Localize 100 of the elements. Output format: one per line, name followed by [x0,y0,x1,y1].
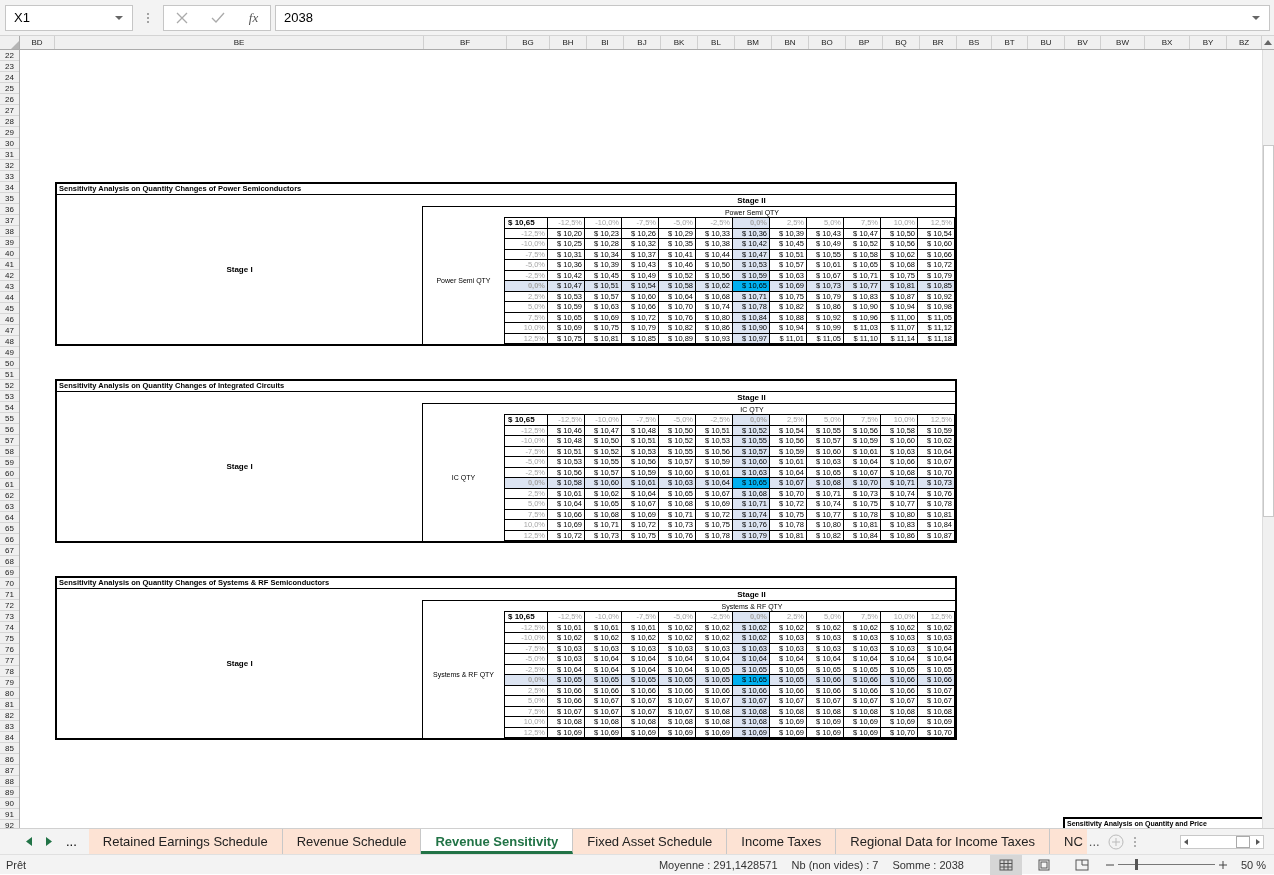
row-header[interactable]: 78 [0,666,19,677]
row-header[interactable]: 33 [0,171,19,182]
row-header[interactable]: 24 [0,72,19,83]
zoom-in-icon[interactable] [1218,860,1227,869]
row-header[interactable]: 61 [0,479,19,490]
column-header[interactable]: BS [957,36,992,49]
caret-icon[interactable] [114,13,124,22]
sheet-tab[interactable]: Revenue Schedule [282,829,422,854]
row-header[interactable]: 48 [0,336,19,347]
sheet-tab[interactable]: Fixed Asset Schedule [573,829,728,854]
row-header[interactable]: 89 [0,787,19,798]
slider-thumb[interactable] [1135,859,1139,870]
column-header[interactable]: BV [1065,36,1101,49]
row-header[interactable]: 79 [0,677,19,688]
row-header[interactable]: 32 [0,160,19,171]
row-header[interactable]: 26 [0,94,19,105]
view-button[interactable] [989,854,1022,875]
row-header[interactable]: 47 [0,325,19,336]
row-header[interactable]: 22 [0,50,19,61]
row-header[interactable]: 28 [0,116,19,127]
sheet-tab[interactable]: Revenue Sensitivity [421,829,574,854]
row-header[interactable]: 29 [0,127,19,138]
row-header[interactable]: 62 [0,490,19,501]
row-header[interactable]: 59 [0,457,19,468]
row-header[interactable]: 38 [0,226,19,237]
row-header[interactable]: 51 [0,369,19,380]
row-header[interactable]: 57 [0,435,19,446]
row-header[interactable]: 86 [0,754,19,765]
row-header[interactable]: 31 [0,149,19,160]
row-header[interactable]: 60 [0,468,19,479]
row-header[interactable]: 42 [0,270,19,281]
column-header[interactable]: BF [424,36,507,49]
more-sheets-button[interactable]: ... [1088,834,1100,849]
row-header[interactable]: 70 [0,578,19,589]
row-header[interactable]: 73 [0,611,19,622]
row-header[interactable]: 34 [0,182,19,193]
column-header[interactable]: BG [507,36,550,49]
row-header[interactable]: 81 [0,699,19,710]
sheet-tab[interactable]: Income Taxes [727,829,837,854]
row-header[interactable]: 36 [0,204,19,215]
horizontal-scrollbar[interactable] [1180,834,1264,849]
row-header[interactable]: 67 [0,545,19,556]
insert-function-button[interactable]: fx [248,9,259,26]
row-header[interactable]: 55 [0,413,19,424]
row-header[interactable]: 77 [0,655,19,666]
column-header[interactable]: BO [809,36,846,49]
row-header[interactable]: 44 [0,292,19,303]
row-header[interactable]: 87 [0,765,19,776]
column-header[interactable]: BD [20,36,55,49]
more-sheets-button[interactable]: ... [66,834,77,849]
cancel-icon[interactable] [175,11,188,24]
row-header[interactable]: 23 [0,61,19,72]
row-header[interactable]: 49 [0,347,19,358]
zoom-level[interactable]: 50 % [1240,858,1266,871]
column-header[interactable]: BX [1145,36,1190,49]
caret-icon[interactable] [1251,13,1261,22]
row-header[interactable]: 65 [0,523,19,534]
row-header[interactable]: 75 [0,633,19,644]
row-header[interactable]: 54 [0,402,19,413]
row-header[interactable]: 53 [0,391,19,402]
column-header[interactable]: BT [992,36,1028,49]
row-header[interactable]: 68 [0,556,19,567]
sheet-tab[interactable]: Regional Data for Income Taxes [836,829,1051,854]
row-header[interactable]: 71 [0,589,19,600]
row-header[interactable]: 40 [0,248,19,259]
column-header[interactable]: BN [772,36,809,49]
row-header[interactable]: 27 [0,105,19,116]
row-header[interactable]: 88 [0,776,19,787]
row-header[interactable]: 56 [0,424,19,435]
column-header[interactable]: BY [1190,36,1227,49]
column-header[interactable]: BP [846,36,883,49]
row-header[interactable]: 91 [0,809,19,820]
row-header[interactable]: 66 [0,534,19,545]
column-header[interactable]: BM [735,36,772,49]
row-header[interactable]: 50 [0,358,19,369]
column-header[interactable]: BJ [624,36,661,49]
row-header[interactable]: 45 [0,303,19,314]
check-icon[interactable] [211,11,226,24]
row-header[interactable]: 64 [0,512,19,523]
column-header[interactable]: BE [55,36,424,49]
column-header[interactable]: BK [661,36,698,49]
column-header[interactable]: BU [1028,36,1065,49]
row-header[interactable]: 25 [0,83,19,94]
row-header[interactable]: 43 [0,281,19,292]
row-header[interactable]: 39 [0,237,19,248]
row-header[interactable]: 52 [0,380,19,391]
row-header[interactable]: 74 [0,622,19,633]
row-header[interactable]: 80 [0,688,19,699]
name-box[interactable]: X1 [5,4,133,31]
row-header[interactable]: 41 [0,259,19,270]
sheet-tab[interactable]: NC [1050,829,1087,854]
row-header[interactable]: 30 [0,138,19,149]
sheet-tab[interactable]: Retained Earnings Schedule [88,829,283,854]
row-header[interactable]: 90 [0,798,19,809]
row-header[interactable]: 35 [0,193,19,204]
column-header[interactable]: BZ [1227,36,1262,49]
row-header[interactable]: 82 [0,710,19,721]
row-header[interactable]: 85 [0,743,19,754]
formula-field[interactable]: 2038 [275,4,1270,31]
row-header[interactable]: 72 [0,600,19,611]
